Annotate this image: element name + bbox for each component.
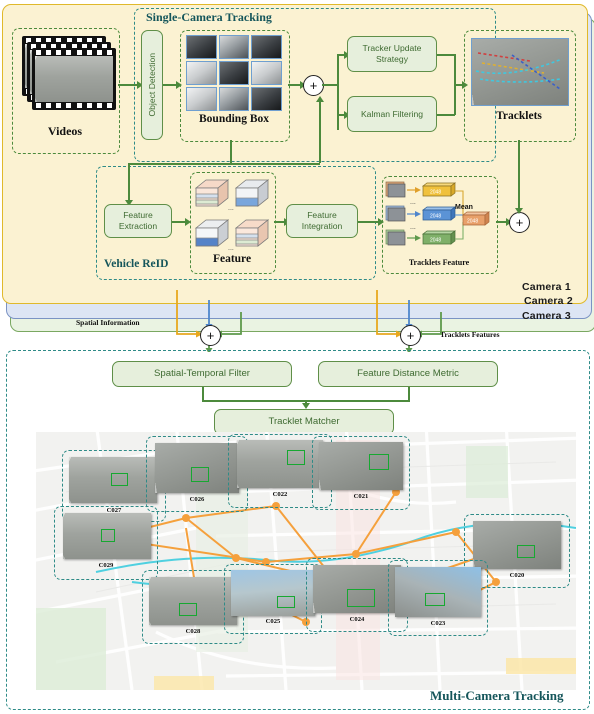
vehicle-bbox xyxy=(179,603,197,616)
bounding-box-label: Bounding Box xyxy=(199,113,269,125)
line-tracker-out xyxy=(437,54,455,56)
sum-junction-reid: + xyxy=(509,212,530,233)
arrowhead-reid-to-plus xyxy=(315,96,324,102)
spatial-temporal-filter-label: Spatial-Temporal Filter xyxy=(154,368,250,379)
bbox-crop xyxy=(218,35,250,59)
object-detection-label: Object Detection xyxy=(146,53,157,117)
vehicle-bbox xyxy=(101,529,115,542)
kalman-filtering-label: Kalman Filtering xyxy=(360,108,424,119)
vehicle-bbox xyxy=(369,454,389,470)
camera-cell-c029[interactable]: C029 xyxy=(54,506,158,580)
line-tracklets-down-to-sum xyxy=(518,140,520,212)
camera-label: C021 xyxy=(353,493,369,500)
camera-thumb-c027 xyxy=(69,457,157,503)
sum-junction-features: + xyxy=(400,325,421,346)
tracklets-preview-image xyxy=(471,38,569,106)
camera-thumb-c029 xyxy=(63,513,151,559)
svg-text:...: ... xyxy=(228,245,234,252)
feature-label: Feature xyxy=(212,253,252,265)
line-to-feature-extraction xyxy=(128,163,130,203)
bbox-crop xyxy=(218,87,250,111)
camera-thumb-c023 xyxy=(395,567,481,617)
camera-thumb-c026 xyxy=(155,443,239,493)
camera-label: C029 xyxy=(98,562,114,569)
vehicle-bbox xyxy=(517,545,535,558)
feature-extraction-box[interactable]: Feature Extraction xyxy=(104,204,172,238)
feature-distance-metric-label: Feature Distance Metric xyxy=(357,368,459,379)
svg-text:2048: 2048 xyxy=(430,190,441,196)
tracker-update-strategy-box[interactable]: Tracker Update Strategy xyxy=(347,36,437,72)
svg-text:2048: 2048 xyxy=(467,219,478,225)
single-camera-tracking-title: Single-Camera Tracking xyxy=(146,10,272,24)
bbox-crop xyxy=(251,87,282,111)
camera-cell-c023[interactable]: C023 xyxy=(388,560,488,636)
vehicle-bbox xyxy=(111,473,128,486)
sum-junction-sct: + xyxy=(303,75,324,96)
bounding-box-grid xyxy=(186,35,282,111)
tracker-update-strategy-label: Tracker Update Strategy xyxy=(362,43,422,64)
arrow-extraction-to-feature xyxy=(172,221,186,223)
vehicle-bbox xyxy=(191,467,209,482)
arrow-detection-to-bbox xyxy=(163,84,177,86)
line-stf-down xyxy=(202,387,204,401)
bbox-crop xyxy=(251,61,282,85)
line-kalman-out xyxy=(437,114,455,116)
feature-block-3 xyxy=(194,219,230,247)
arrow-integration-to-tracklets-feature xyxy=(358,221,380,223)
feature-integration-box[interactable]: Feature Integration xyxy=(286,204,358,238)
videos-label: Videos xyxy=(47,124,83,138)
spatial-temporal-filter-box[interactable]: Spatial-Temporal Filter xyxy=(112,361,292,387)
video-frame-front xyxy=(32,48,116,110)
feature-integration-label: Feature Integration xyxy=(301,210,343,231)
feature-block-2 xyxy=(234,179,270,207)
vehicle-bbox xyxy=(287,450,305,465)
feature-block-4 xyxy=(234,219,270,247)
tracklets-feature-label: Tracklets Feature xyxy=(408,258,470,267)
feature-distance-metric-box[interactable]: Feature Distance Metric xyxy=(318,361,498,387)
vehicle-bbox xyxy=(425,593,445,606)
tracklets-feature-diagram: 2048 2048 2048 2048 ... ... xyxy=(385,181,491,246)
feature-blocks: ... ... xyxy=(194,179,270,252)
bbox-crop xyxy=(186,87,217,111)
tracklet-thumb-stack xyxy=(385,181,406,246)
vehicle-bbox xyxy=(347,589,375,607)
bbox-crop xyxy=(186,35,217,59)
object-detection-box[interactable]: Object Detection xyxy=(141,30,163,140)
camera-thumb-c021 xyxy=(319,442,403,490)
camera-thumb-c025 xyxy=(231,570,315,616)
line-reid-to-plus xyxy=(319,100,321,163)
feature-block-1 xyxy=(194,179,230,207)
line-bbox-down xyxy=(230,140,232,164)
feature-extraction-label: Feature Extraction xyxy=(118,210,158,231)
camera-cell-c021[interactable]: C021 xyxy=(312,436,410,510)
bus-wires xyxy=(176,290,442,352)
kalman-filtering-box[interactable]: Kalman Filtering xyxy=(347,96,437,132)
tracklet-matcher-label: Tracklet Matcher xyxy=(268,416,340,427)
arrow-videos-to-detection xyxy=(118,84,138,86)
svg-text:...: ... xyxy=(410,199,416,206)
line-plus-split xyxy=(337,54,339,130)
bbox-crop xyxy=(251,35,282,59)
svg-text:...: ... xyxy=(410,224,416,231)
tracklets-label: Tracklets xyxy=(496,110,542,122)
bbox-crop xyxy=(218,61,250,85)
camera-topology-map[interactable]: C027 C026 C022 C021 C029 C020 C028 C025 … xyxy=(36,432,576,690)
mean-label: Mean xyxy=(455,204,473,211)
arrowhead-down-sum xyxy=(514,208,523,214)
trajectory-overlay xyxy=(475,52,563,90)
sum-junction-spatial: + xyxy=(200,325,221,346)
line-fdm-down xyxy=(408,387,410,401)
svg-text:...: ... xyxy=(228,205,234,212)
svg-text:2048: 2048 xyxy=(430,238,441,244)
svg-text:2048: 2048 xyxy=(430,214,441,220)
vehicle-bbox xyxy=(277,596,295,608)
camera-thumb-c022 xyxy=(237,440,323,488)
vehicle-reid-title: Vehicle ReID xyxy=(104,258,169,270)
camera-label: C023 xyxy=(430,620,446,627)
bbox-crop xyxy=(186,61,217,85)
line-plus-out xyxy=(322,84,338,86)
multi-camera-tracking-title: Multi-Camera Tracking xyxy=(430,688,564,703)
line-reid-bus xyxy=(128,163,320,165)
